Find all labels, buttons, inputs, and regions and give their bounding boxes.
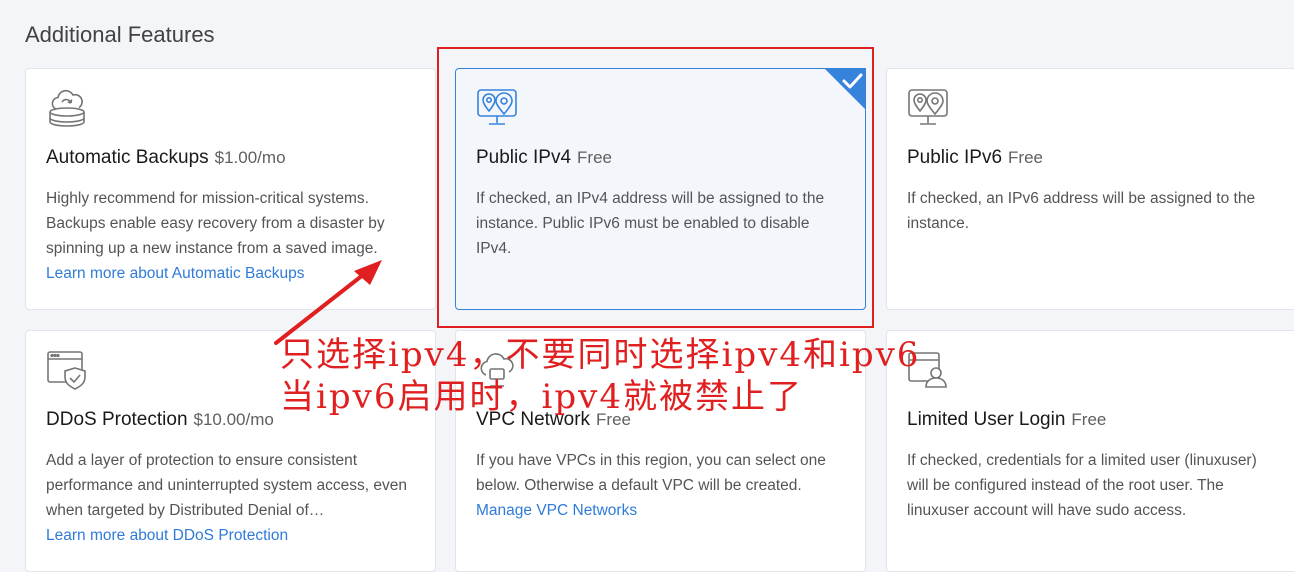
card-price: Free bbox=[1071, 410, 1107, 429]
card-description: If checked, an IPv6 address will be assi… bbox=[907, 190, 1256, 232]
feature-card-limited-user-login[interactable]: Limited User Login Free If checked, crede… bbox=[886, 330, 1294, 572]
learn-more-ddos-link[interactable]: Learn more about DDoS Protection bbox=[46, 527, 288, 545]
annotation-line-2: 当ipv6启用时，ipv4就被禁止了 bbox=[280, 377, 803, 417]
card-description: Add a layer of protection to ensure cons… bbox=[46, 452, 407, 519]
card-title: Automatic Backups bbox=[46, 147, 209, 168]
shield-window-icon bbox=[46, 349, 88, 391]
card-heading: Public IPv6 Free bbox=[907, 147, 1043, 169]
card-price: $10.00/mo bbox=[193, 410, 274, 429]
card-description: If checked, credentials for a limited us… bbox=[907, 452, 1257, 519]
feature-card-public-ipv6[interactable]: Public IPv6 Free If checked, an IPv6 addr… bbox=[886, 68, 1294, 310]
annotation-line-1: 只选择ipv4，不要同时选择ipv4和ipv6 bbox=[280, 335, 921, 375]
card-price: $1.00/mo bbox=[214, 148, 286, 167]
learn-more-backups-link[interactable]: Learn more about Automatic Backups bbox=[46, 265, 304, 283]
card-price: Free bbox=[1008, 148, 1044, 167]
manage-vpc-networks-link[interactable]: Manage VPC Networks bbox=[476, 502, 637, 520]
card-title: Limited User Login bbox=[907, 409, 1066, 430]
card-title: Public IPv6 bbox=[907, 147, 1003, 168]
cloud-backup-icon bbox=[46, 87, 88, 129]
card-description: Highly recommend for mission-critical sy… bbox=[46, 190, 385, 257]
card-heading: DDoS Protection $10.00/mo bbox=[46, 409, 274, 431]
section-title: Additional Features bbox=[25, 22, 215, 47]
map-pin-monitor-icon bbox=[907, 87, 949, 129]
card-heading: Limited User Login Free bbox=[907, 409, 1106, 431]
red-highlight-box bbox=[437, 47, 874, 328]
card-title: DDoS Protection bbox=[46, 409, 188, 430]
card-heading: Automatic Backups $1.00/mo bbox=[46, 147, 286, 169]
card-description: If you have VPCs in this region, you can… bbox=[476, 452, 826, 494]
